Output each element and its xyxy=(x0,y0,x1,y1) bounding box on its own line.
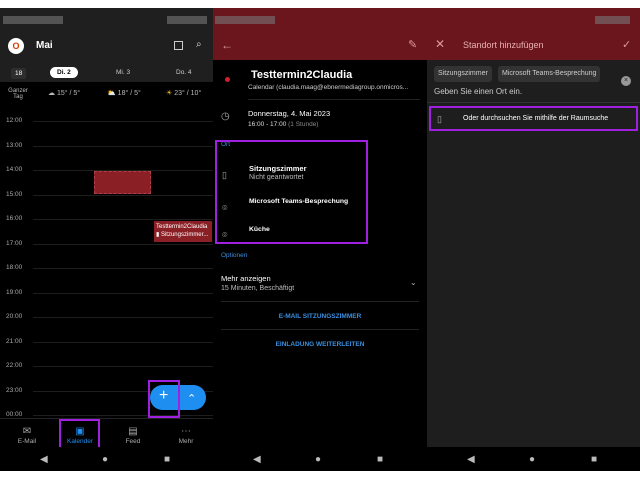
cloud-icon: ☁ xyxy=(48,90,55,97)
home-icon[interactable]: ● xyxy=(102,454,108,465)
search-icon[interactable]: ⌕ xyxy=(196,39,202,50)
office-logo[interactable]: O xyxy=(8,38,24,54)
hour-line xyxy=(33,219,213,220)
location-chip[interactable]: Microsoft Teams-Besprechung xyxy=(498,66,601,82)
hour-line xyxy=(33,292,213,294)
back-icon[interactable]: ◀ xyxy=(40,454,48,465)
nav-more[interactable]: ⋯ Mehr xyxy=(166,426,206,445)
forward-invite-button[interactable]: EINLADUNG WEITERLEITEN xyxy=(213,341,427,348)
hour-line xyxy=(33,415,213,416)
location-input[interactable]: Geben Sie einen Ort ein. xyxy=(434,87,522,96)
month-title: Mai xyxy=(36,40,53,51)
system-nav: ◀ ● ■ xyxy=(0,447,213,471)
hour-line xyxy=(33,121,213,122)
calendar-color-dot xyxy=(225,77,230,82)
week-number: 18 xyxy=(11,68,27,79)
weather: ☀ 23° / 10° xyxy=(166,90,202,97)
home-icon[interactable]: ● xyxy=(315,454,321,465)
hour-label: 13:00 xyxy=(6,141,23,149)
event-details-screen: ← ✎ Testtermin2Claudia Calendar (claudia… xyxy=(213,8,427,471)
weather: ☁ 15° / 5° xyxy=(48,90,81,97)
event-time: 16:00 - 17:00 (1 Stunde) xyxy=(248,121,319,128)
back-arrow-icon[interactable]: ← xyxy=(221,38,233,52)
clock-icon: ◷ xyxy=(221,111,230,122)
email-room-button[interactable]: E-MAIL SITZUNGSZIMMER xyxy=(213,313,427,320)
system-nav: ◀ ● ■ xyxy=(213,447,427,471)
partly-sunny-icon: ⛅ xyxy=(107,90,116,97)
hour-line xyxy=(33,317,213,318)
hour-label: 16:00 xyxy=(6,215,23,222)
chevron-up-icon[interactable]: ⌃ xyxy=(187,392,196,405)
back-icon[interactable]: ◀ xyxy=(253,454,261,465)
nav-feed[interactable]: ▤ Feed xyxy=(113,426,153,445)
calendar-name: Calendar (claudia.maag@ebnermediagroup.o… xyxy=(248,84,409,91)
hour-label: 12:00 xyxy=(6,117,23,124)
all-day-label: Ganzer Tag xyxy=(8,88,28,100)
hour-line xyxy=(33,243,213,245)
more-icon: ⋯ xyxy=(181,426,191,437)
hour-label: 22:00 xyxy=(6,362,23,369)
show-more-sub: 15 Minuten, Beschäftigt xyxy=(221,285,295,292)
weather: ⛅ 18° / 5° xyxy=(107,90,141,97)
home-icon[interactable]: ● xyxy=(529,454,535,465)
options-header: Optionen xyxy=(221,252,248,259)
hour-label: 18:00 xyxy=(6,264,23,271)
header-bar xyxy=(427,8,640,60)
add-location-screen: ✕ Standort hinzufügen ✓ Sitzungszimmer M… xyxy=(427,8,640,471)
header-bar xyxy=(213,8,427,60)
hour-line xyxy=(33,366,213,367)
recents-icon[interactable]: ■ xyxy=(377,454,383,465)
clear-icon[interactable]: × xyxy=(621,76,631,86)
event-location: ▮ Sitzungszimmer... xyxy=(156,232,209,238)
chevron-down-icon[interactable]: ⌄ xyxy=(410,278,417,287)
mail-icon: ✉ xyxy=(22,426,32,437)
location-chip[interactable]: Sitzungszimmer xyxy=(434,66,492,82)
feed-icon: ▤ xyxy=(128,426,138,437)
hour-label: 23:00 xyxy=(6,386,23,394)
hour-label: 15:00 xyxy=(6,190,23,198)
hour-line xyxy=(33,145,213,147)
close-icon[interactable]: ✕ xyxy=(435,37,445,51)
hour-label: 19:00 xyxy=(6,288,23,296)
day-tab[interactable]: Do. 4 xyxy=(176,69,192,76)
event-testtermin2claudia[interactable]: Testtermin2Claudia ▮ Sitzungszimmer... xyxy=(154,221,212,242)
show-more[interactable]: Mehr anzeigen xyxy=(221,274,271,283)
hour-label: 21:00 xyxy=(6,337,23,345)
screen-title: Standort hinzufügen xyxy=(463,40,544,50)
event-title: Testtermin2Claudia xyxy=(251,69,353,81)
day-view-icon[interactable] xyxy=(174,41,183,50)
back-icon[interactable]: ◀ xyxy=(467,454,475,465)
hour-label: 20:00 xyxy=(6,313,23,320)
hour-label: 14:00 xyxy=(6,166,23,173)
nav-email[interactable]: ✉ E-Mail xyxy=(7,426,47,445)
system-nav: ◀ ● ■ xyxy=(427,447,640,471)
hour-line xyxy=(33,341,213,343)
event-date: Donnerstag, 4. Mai 2023 xyxy=(248,109,331,118)
hour-line xyxy=(33,268,213,269)
recents-icon[interactable]: ■ xyxy=(164,454,170,465)
calendar-screen: O Mai ⌕ 18 Di. 2 Mi. 3 Do. 4 Ganzer Tag … xyxy=(0,8,213,471)
recents-icon[interactable]: ■ xyxy=(591,454,597,465)
blurred-event[interactable] xyxy=(94,171,151,194)
check-icon[interactable]: ✓ xyxy=(622,38,631,51)
day-tab[interactable]: Mi. 3 xyxy=(116,69,130,76)
edit-pencil-icon[interactable]: ✎ xyxy=(408,38,417,51)
hour-label: 00:00 xyxy=(6,411,23,418)
day-tab-selected[interactable]: Di. 2 xyxy=(50,67,78,78)
event-title: Testtermin2Claudia xyxy=(156,224,208,230)
hour-line xyxy=(33,194,213,196)
status-bar xyxy=(0,8,213,30)
hour-label: 17:00 xyxy=(6,239,23,247)
sun-icon: ☀ xyxy=(166,90,173,97)
